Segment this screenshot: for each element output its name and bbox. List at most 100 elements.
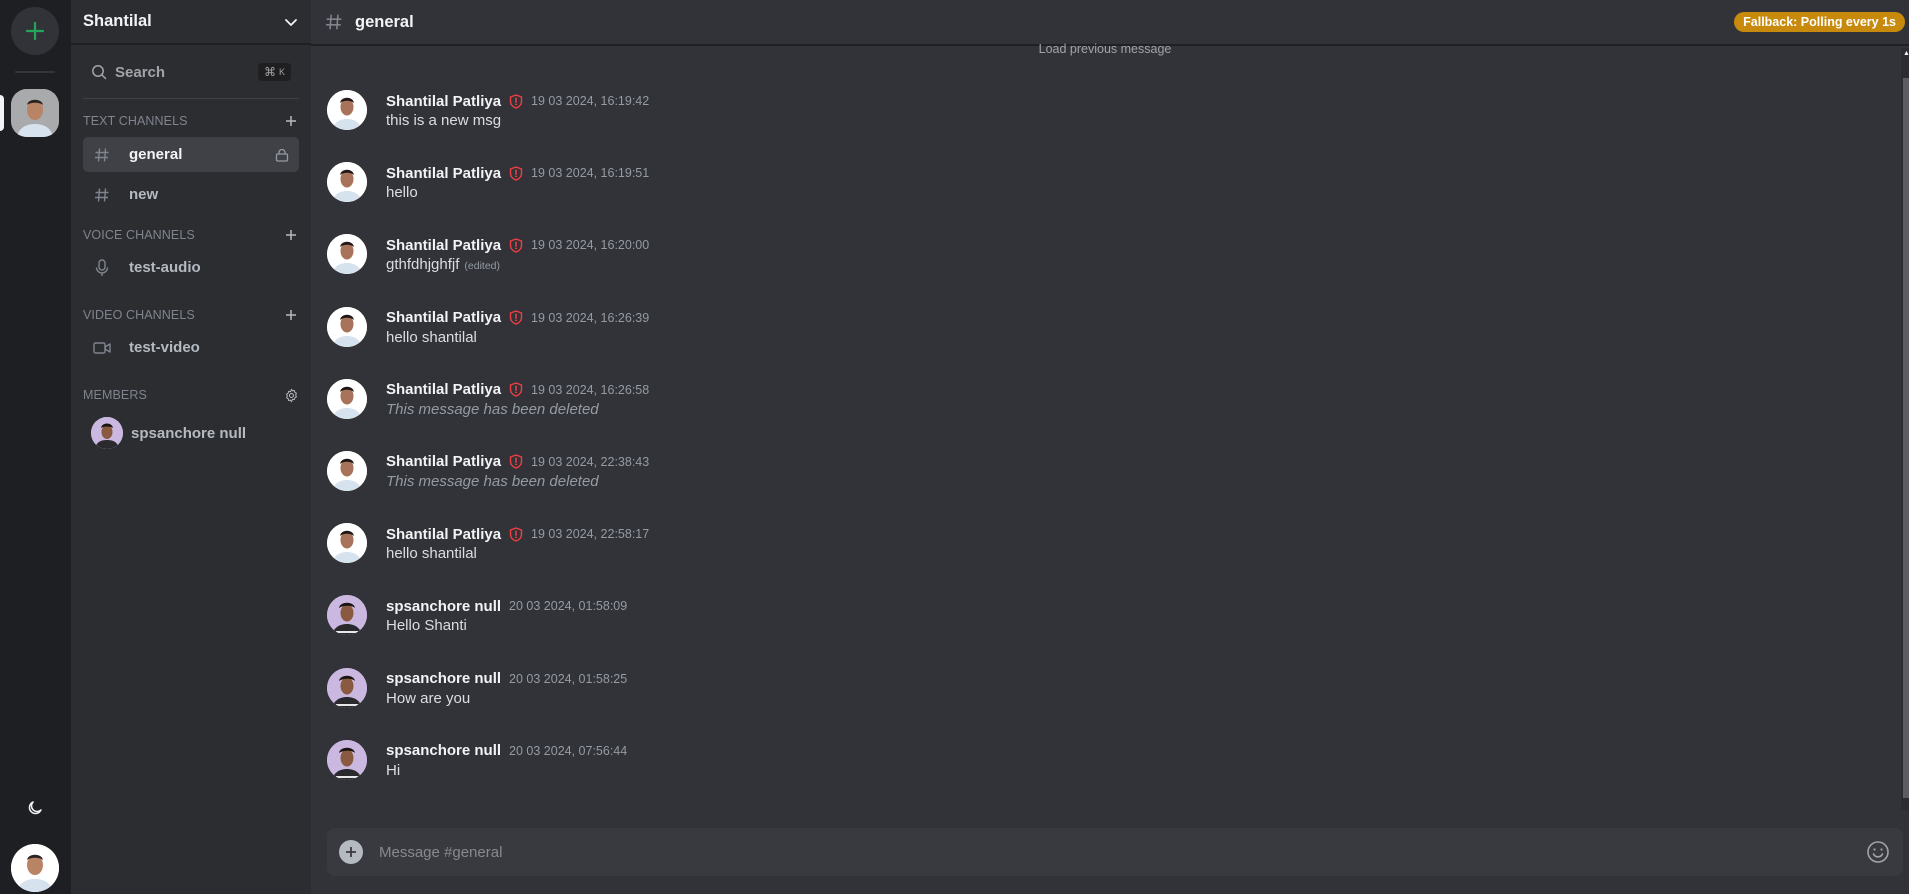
member-name: spsanchore null bbox=[131, 424, 247, 442]
command-key: ⌘ bbox=[263, 65, 276, 79]
server-menu-button[interactable]: Shantilal bbox=[71, 0, 311, 45]
message-timestamp: 20 03 2024, 01:58:25 bbox=[509, 671, 628, 686]
message-item[interactable]: Shantilal Patliya 19 03 2024, 22:58:17 hel… bbox=[327, 523, 1887, 595]
search-button[interactable]: Search ⌘ K bbox=[83, 57, 299, 87]
plus-icon bbox=[25, 21, 45, 41]
message-author-avatar[interactable] bbox=[327, 667, 367, 708]
message-item[interactable]: Shantilal Patliya 19 03 2024, 16:19:51 hel… bbox=[327, 162, 1887, 234]
message-header: spsanchore null 20 03 2024, 01:58:09 bbox=[386, 597, 627, 615]
add-video-channel-button[interactable] bbox=[283, 307, 299, 323]
attach-button[interactable] bbox=[339, 840, 363, 864]
message-list-scrollbar[interactable]: ▲ bbox=[1901, 48, 1909, 810]
admin-badge bbox=[509, 454, 523, 470]
message-item[interactable]: Shantilal Patliya 19 03 2024, 16:19:42 thi… bbox=[327, 90, 1887, 162]
message-author-avatar[interactable] bbox=[327, 739, 367, 780]
message-header: Shantilal Patliya 19 03 2024, 16:20:00 bbox=[386, 236, 649, 254]
theme-toggle-button[interactable] bbox=[22, 795, 48, 821]
message-timestamp: 20 03 2024, 07:56:44 bbox=[509, 743, 628, 758]
member-avatar bbox=[91, 417, 123, 449]
message-header: spsanchore null 20 03 2024, 07:56:44 bbox=[386, 742, 627, 760]
message-body: hello bbox=[386, 184, 418, 201]
member-spsanchore-null[interactable]: spsanchore null bbox=[83, 413, 299, 453]
message-author[interactable]: Shantilal Patliya bbox=[386, 309, 501, 326]
message-author[interactable]: spsanchore null bbox=[386, 598, 501, 615]
members-header: Members bbox=[71, 385, 311, 405]
message-author-avatar[interactable] bbox=[327, 162, 367, 203]
voice-channels-title: Voice Channels bbox=[83, 228, 195, 242]
message-author[interactable]: spsanchore null bbox=[386, 742, 501, 759]
message-body: How are you bbox=[386, 690, 470, 707]
message-author[interactable]: Shantilal Patliya bbox=[386, 237, 501, 254]
message-item[interactable]: Shantilal Patliya 19 03 2024, 16:26:39 hel… bbox=[327, 306, 1887, 379]
message-author-avatar[interactable] bbox=[327, 234, 367, 275]
admin-shield-icon bbox=[509, 165, 523, 181]
admin-shield-icon bbox=[509, 93, 523, 109]
gear-icon bbox=[285, 388, 297, 402]
current-user-avatar[interactable] bbox=[11, 844, 59, 892]
admin-shield-icon bbox=[509, 310, 523, 325]
message-item[interactable]: spsanchore null 20 03 2024, 01:58:09 Hello… bbox=[327, 595, 1887, 667]
message-author[interactable]: Shantilal Patliya bbox=[386, 165, 501, 182]
message-author-avatar[interactable] bbox=[327, 450, 367, 491]
message-timestamp: 19 03 2024, 16:20:00 bbox=[531, 238, 650, 253]
server-name: Shantilal bbox=[83, 12, 152, 30]
text-channels-title: Text Channels bbox=[83, 114, 188, 128]
message-author-avatar[interactable] bbox=[327, 378, 367, 419]
message-header: spsanchore null 20 03 2024, 01:58:25 bbox=[386, 670, 627, 688]
sidebar-divider bbox=[83, 98, 299, 99]
moon-icon bbox=[28, 801, 42, 815]
add-text-channel-button[interactable] bbox=[283, 113, 299, 129]
plus-icon bbox=[286, 230, 296, 240]
active-server-indicator bbox=[0, 95, 4, 131]
channel-name: test-video bbox=[129, 339, 200, 356]
message-input[interactable] bbox=[379, 843, 1865, 861]
message-author[interactable]: Shantilal Patliya bbox=[386, 381, 501, 398]
message-text: hello bbox=[386, 184, 418, 202]
message-item[interactable]: Shantilal Patliya 19 03 2024, 16:26:58 Thi… bbox=[327, 378, 1887, 451]
message-author[interactable]: spsanchore null bbox=[386, 670, 501, 687]
admin-shield-icon bbox=[509, 526, 523, 542]
message-author-avatar[interactable] bbox=[327, 523, 367, 564]
message-body: hello shantilal bbox=[386, 545, 477, 562]
chevron-down-icon bbox=[285, 18, 297, 26]
message-item[interactable]: Shantilal Patliya 19 03 2024, 22:38:43 Thi… bbox=[327, 450, 1887, 523]
message-list: Shantilal Patliya 19 03 2024, 16:19:42 thi… bbox=[327, 90, 1887, 812]
message-body: gthfdhjghfjf (edited) bbox=[386, 256, 500, 273]
server-icon-shantilal[interactable] bbox=[11, 89, 59, 137]
hash-icon bbox=[95, 187, 109, 202]
message-item[interactable]: spsanchore null 20 03 2024, 07:56:44 Hi bbox=[327, 739, 1887, 812]
admin-shield-icon bbox=[509, 454, 523, 470]
message-author-avatar[interactable] bbox=[327, 595, 367, 636]
server-rail bbox=[0, 0, 71, 894]
message-item[interactable]: spsanchore null 20 03 2024, 01:58:25 How a… bbox=[327, 667, 1887, 740]
message-header: Shantilal Patliya 19 03 2024, 22:58:17 bbox=[386, 525, 649, 543]
message-composer bbox=[327, 828, 1903, 876]
server-avatar-image bbox=[11, 89, 59, 137]
add-server-button[interactable] bbox=[11, 7, 59, 55]
add-voice-channel-button[interactable] bbox=[283, 227, 299, 243]
message-author[interactable]: Shantilal Patliya bbox=[386, 526, 501, 543]
emoji-picker-button[interactable] bbox=[1865, 839, 1891, 865]
channel-new[interactable]: new bbox=[83, 177, 299, 212]
channel-general[interactable]: general bbox=[83, 137, 299, 172]
message-timestamp: 19 03 2024, 16:19:51 bbox=[531, 166, 650, 181]
channel-test-audio[interactable]: test-audio bbox=[83, 250, 299, 285]
video-channels-header: Video Channels bbox=[71, 305, 311, 325]
message-author[interactable]: Shantilal Patliya bbox=[386, 453, 501, 470]
admin-shield-icon bbox=[509, 382, 523, 397]
message-item[interactable]: Shantilal Patliya 19 03 2024, 16:20:00 gth… bbox=[327, 234, 1887, 306]
channel-test-video[interactable]: test-video bbox=[83, 330, 299, 365]
message-text: Hi bbox=[386, 761, 401, 779]
hash-icon bbox=[95, 147, 109, 162]
message-timestamp: 19 03 2024, 16:19:42 bbox=[531, 94, 650, 108]
scrollbar-thumb[interactable] bbox=[1903, 78, 1909, 798]
message-author-avatar[interactable] bbox=[327, 90, 367, 130]
message-author[interactable]: Shantilal Patliya bbox=[386, 93, 501, 110]
load-previous-messages-link[interactable]: Load previous message bbox=[311, 42, 1899, 56]
manage-members-button[interactable] bbox=[283, 387, 299, 403]
hash-icon bbox=[326, 14, 342, 30]
admin-badge bbox=[509, 310, 523, 325]
scroll-up-arrow[interactable]: ▲ bbox=[1903, 50, 1909, 58]
message-author-avatar[interactable] bbox=[327, 306, 367, 347]
polling-status-badge: Fallback: Polling every 1s bbox=[1734, 12, 1905, 32]
